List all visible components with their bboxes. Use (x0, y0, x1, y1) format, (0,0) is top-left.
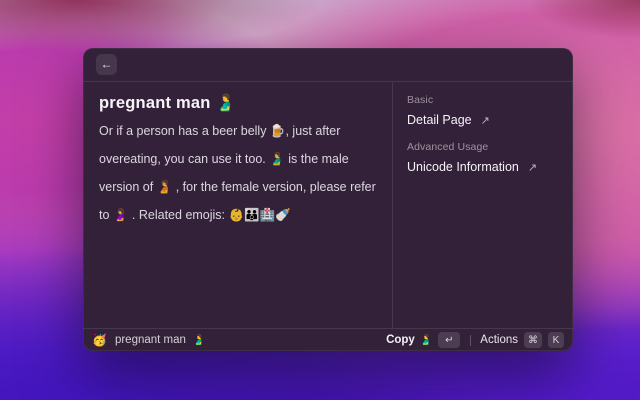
description-text: Or if a person has a beer belly 🍺, just … (99, 124, 376, 222)
back-arrow-icon: ← (100, 57, 113, 71)
app-icon: 🥳 (92, 333, 107, 347)
section-label-basic: Basic (407, 94, 434, 106)
copy-action-button[interactable]: Copy 🫃 (386, 334, 432, 346)
metadata-section-advanced: Advanced Usage Unicode Information ↗ (407, 141, 559, 174)
metadata-section-basic: Basic Detail Page ↗ (407, 94, 559, 127)
metadata-panel: Basic Detail Page ↗ Advanced Usage Unico… (392, 82, 573, 328)
command-key[interactable]: ⌘ (524, 332, 542, 348)
external-link-icon: ↗ (480, 114, 490, 127)
raycast-window: ← pregnant man 🫃 Or if a person has a be… (83, 48, 573, 351)
external-link-icon: ↗ (527, 161, 538, 174)
actions-menu-button[interactable]: Actions (480, 334, 518, 346)
desktop: { "window": { "header": { "back_icon": "… (0, 0, 640, 400)
back-button[interactable]: ← (96, 54, 117, 75)
link-unicode-information[interactable]: Unicode Information ↗ (407, 160, 559, 174)
link-unicode-information-label: Unicode Information (407, 160, 519, 174)
page-title: pregnant man 🫃 (99, 94, 237, 112)
copy-action-label: Copy (386, 334, 415, 346)
footer-divider (470, 334, 472, 346)
enter-key[interactable]: ↵ (438, 332, 461, 348)
copy-action-emoji: 🫃 (419, 334, 433, 346)
status-emoji: 🫃 (192, 334, 206, 346)
window-header: ← (83, 48, 573, 82)
window-body: pregnant man 🫃 Or if a person has a beer… (83, 82, 573, 328)
actions-menu-label: Actions (480, 334, 518, 346)
k-key[interactable]: K (548, 332, 564, 348)
status-bar: 🥳 pregnant man 🫃 Copy 🫃 ↵ Actions ⌘ K (83, 328, 573, 351)
section-label-advanced-usage: Advanced Usage (407, 141, 489, 153)
status-text: pregnant man (114, 334, 186, 346)
link-detail-page-label: Detail Page (407, 113, 472, 127)
detail-content: pregnant man 🫃 Or if a person has a beer… (83, 82, 392, 328)
link-detail-page[interactable]: Detail Page ↗ (407, 113, 559, 127)
